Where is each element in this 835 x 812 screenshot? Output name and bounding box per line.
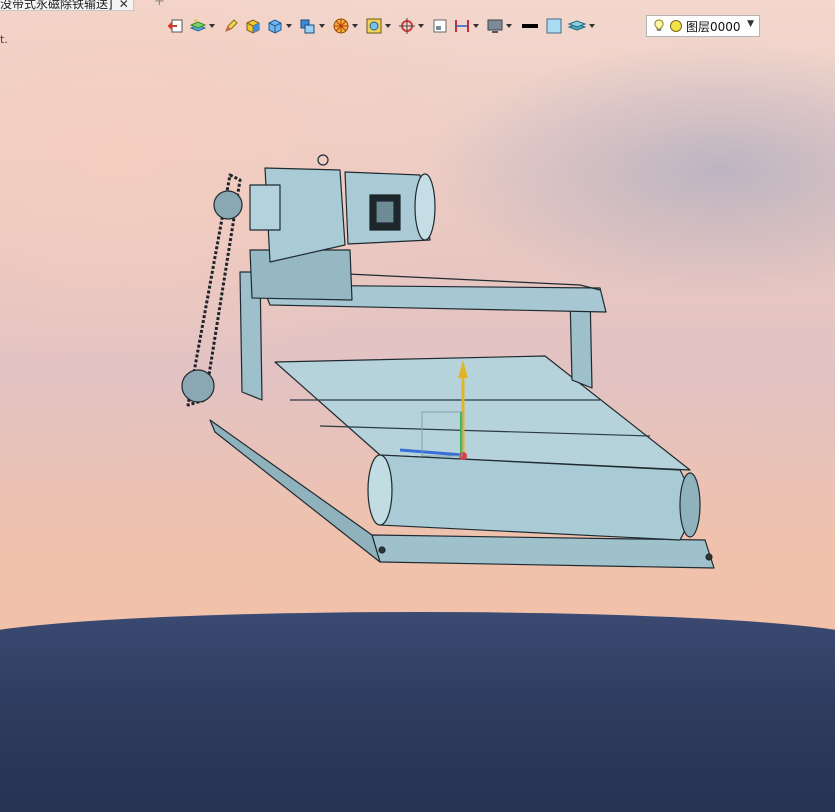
conveyor-model[interactable]	[0, 0, 835, 679]
motor-base	[249, 249, 353, 301]
bottom-frame	[371, 534, 715, 569]
head-drum	[369, 454, 691, 541]
side-rail	[209, 419, 381, 563]
conveyor-belt	[274, 355, 691, 471]
